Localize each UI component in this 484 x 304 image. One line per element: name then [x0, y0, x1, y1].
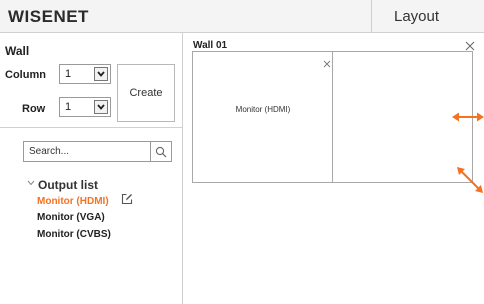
page-title: Layout	[394, 8, 440, 25]
chevron-down-icon	[27, 180, 35, 186]
search-placeholder: Search...	[29, 146, 70, 157]
output-item-monitor-hdmi[interactable]: Monitor (HDMI)	[37, 196, 109, 207]
wisenet-logo: WISENET	[8, 7, 89, 26]
create-button[interactable]: Create	[117, 64, 175, 122]
column-label: Column	[5, 69, 46, 81]
output-item-monitor-cvbs[interactable]: Monitor (CVBS)	[37, 229, 111, 240]
row-dropdown-button[interactable]	[94, 100, 108, 114]
left-panel: Wall Column 1 Row 1 Create Search... Out…	[0, 33, 183, 304]
row-label: Row	[22, 103, 46, 115]
column-select[interactable]: 1	[59, 64, 111, 84]
row-select-value: 1	[65, 101, 72, 113]
column-dropdown-button[interactable]	[94, 67, 108, 81]
search-divider	[150, 142, 151, 161]
top-bar: WISENET Layout	[0, 0, 484, 33]
wall-section-label: Wall	[5, 44, 30, 58]
video-wall-canvas[interactable]: Monitor (HDMI)	[192, 51, 473, 183]
output-item-monitor-vga[interactable]: Monitor (VGA)	[37, 212, 105, 223]
top-bar-divider	[371, 0, 372, 33]
chevron-down-icon	[97, 71, 105, 77]
monitor-cell-label: Monitor (HDMI)	[235, 105, 291, 114]
close-icon[interactable]	[323, 55, 331, 73]
resize-horizontal-arrow-icon[interactable]	[452, 110, 484, 128]
panel-divider	[0, 127, 183, 128]
edit-icon[interactable]	[121, 192, 133, 210]
chevron-down-icon	[97, 104, 105, 110]
column-select-value: 1	[65, 68, 72, 80]
row-select[interactable]: 1	[59, 97, 111, 117]
search-icon[interactable]	[155, 145, 167, 163]
search-field[interactable]: Search...	[23, 141, 172, 162]
monitor-cell[interactable]: Monitor (HDMI)	[193, 52, 333, 182]
wall-title: Wall 01	[193, 40, 228, 51]
output-list-title: Output list	[38, 178, 98, 192]
resize-diagonal-arrow-icon[interactable]	[456, 166, 484, 199]
